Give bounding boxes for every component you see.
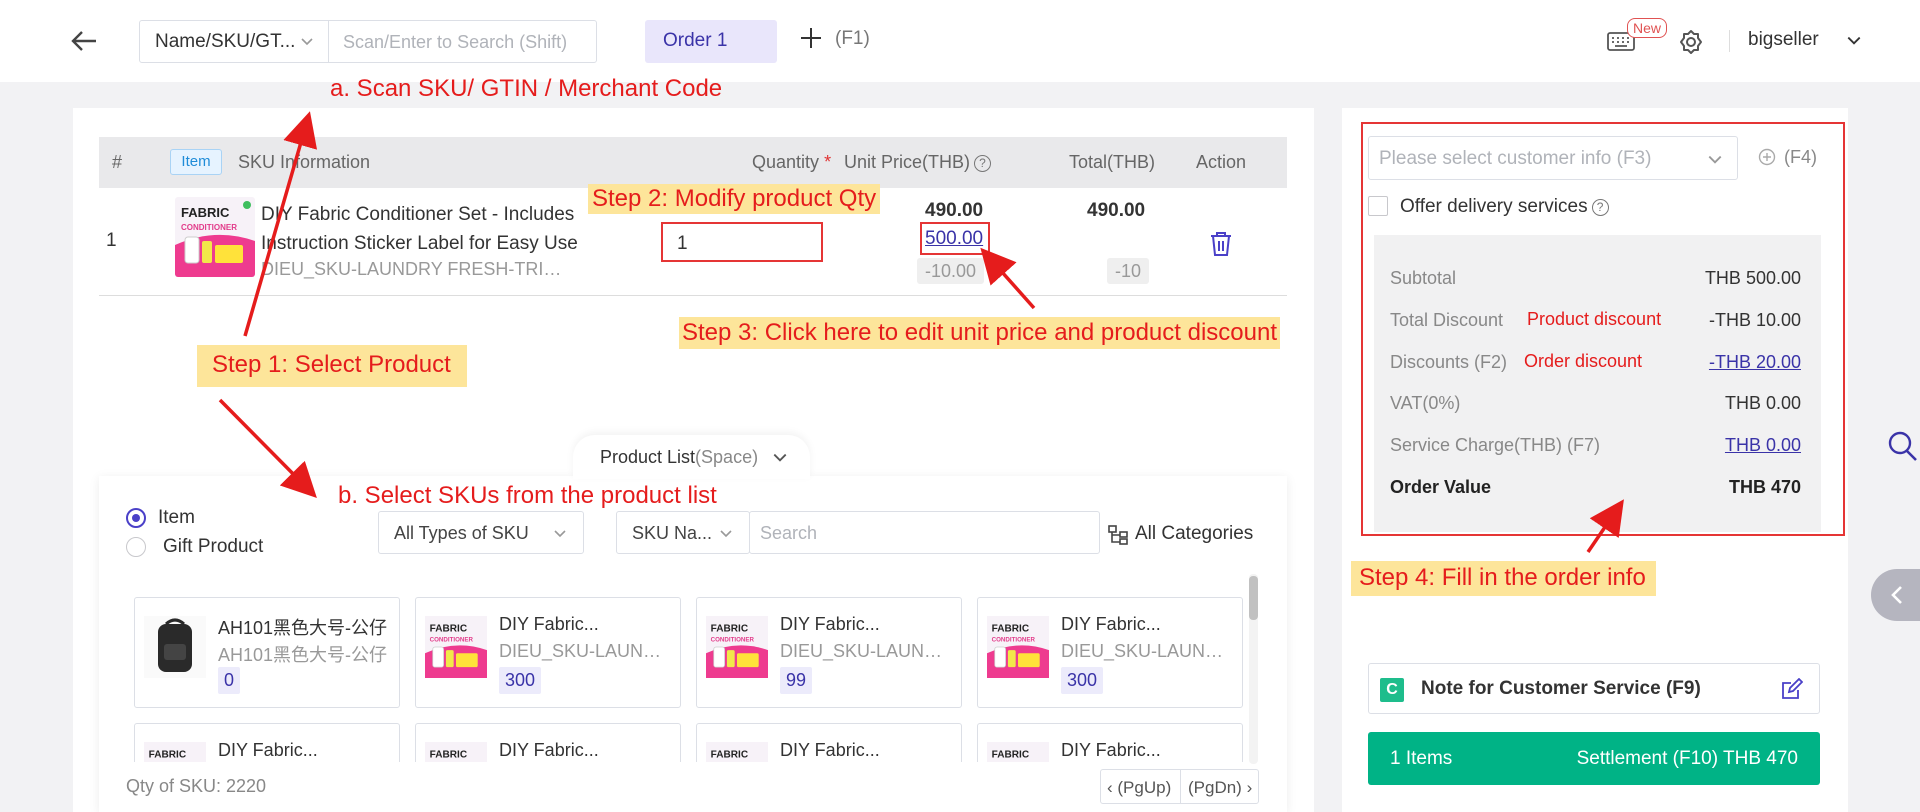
annotation-step4: Step 4: Fill in the order info <box>1351 561 1656 596</box>
annotation-arrows <box>218 111 1624 553</box>
annotation-step2: Step 2: Modify product Qty <box>588 184 881 214</box>
arrow-step1-to-search <box>243 111 318 337</box>
annotation-order-discount: Order discount <box>1524 351 1643 371</box>
annotation-select-list: b. Select SKUs from the product list <box>338 482 717 509</box>
annotation-scan: a. Scan SKU/ GTIN / Merchant Code <box>330 75 723 102</box>
annotation-product-discount: Product discount <box>1527 309 1662 329</box>
arrow-step3 <box>980 247 1036 310</box>
annotation-step3: Step 3: Click here to edit unit price an… <box>679 317 1281 349</box>
arrow-step1-to-list <box>218 398 317 498</box>
annotation-step1: Step 1: Select Product <box>197 345 467 387</box>
arrow-step4 <box>1586 499 1624 553</box>
